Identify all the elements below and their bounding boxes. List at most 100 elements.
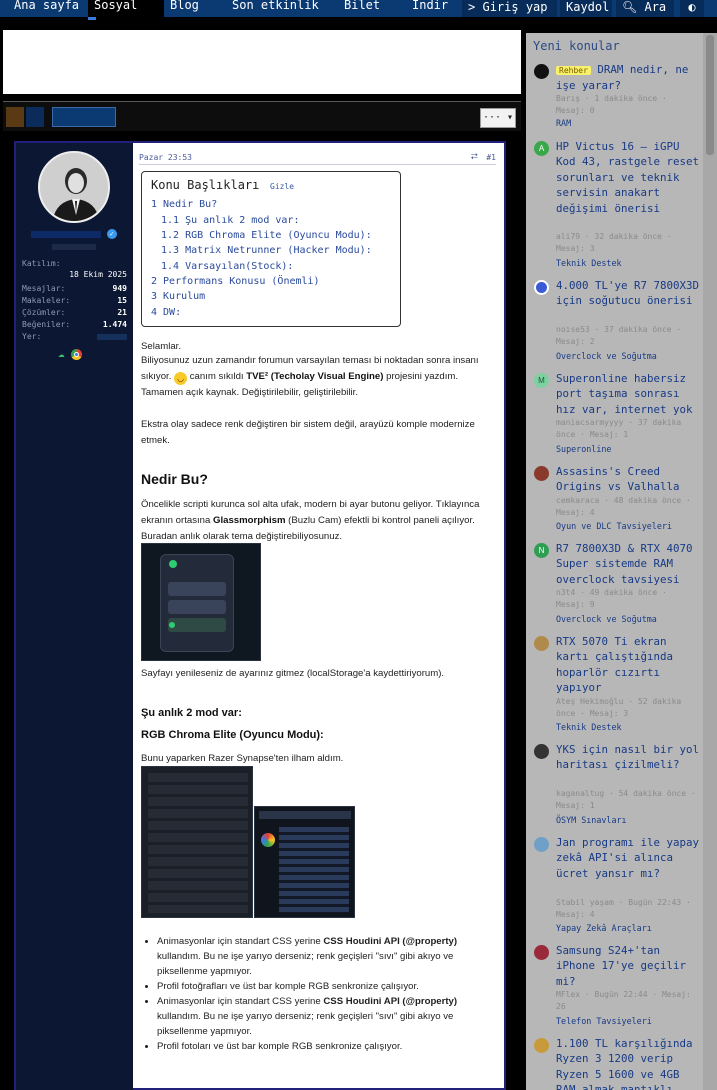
text-bold: TVE² (Techolay Visual Engine) xyxy=(246,371,384,382)
thread-forum[interactable]: Overclock ve Soğutma xyxy=(556,351,699,361)
thread-forum[interactable]: ÖSYM Sınavları xyxy=(556,815,699,825)
thread-title[interactable]: YKS için nasıl bir yol haritası çizilmel… xyxy=(556,742,699,773)
post-number[interactable]: #1 xyxy=(486,153,496,162)
text-span: Profil fotoları ve üst bar komple RGB se… xyxy=(157,1041,403,1052)
stat-solutions: Çözümler: 21 xyxy=(22,308,127,317)
thread-meta: noise53 · 37 dakika önce · Mesaj: 2 xyxy=(556,325,682,346)
avatar[interactable] xyxy=(534,1038,549,1053)
toc-item[interactable]: 4 DW: xyxy=(151,307,181,318)
login-button[interactable]: > Giriş yap xyxy=(462,0,557,17)
avatar[interactable] xyxy=(534,64,549,79)
thread-meta: n3t4 · 49 dakika önce · Mesaj: 9 xyxy=(556,588,667,609)
avatar[interactable] xyxy=(38,151,110,223)
thread-tools-button[interactable]: ··· ▾ xyxy=(480,108,516,128)
nav-blog[interactable]: Blog xyxy=(164,0,205,17)
thread-title[interactable]: Samsung S24+'tan iPhone 17'ye geçilir mi… xyxy=(556,943,699,989)
nav-home[interactable]: Ana sayfa xyxy=(8,0,85,17)
thread-title[interactable]: RTX 5070 Ti ekran kartı çalıştığında hop… xyxy=(556,634,699,696)
stat-label: Yer: xyxy=(22,332,42,341)
thread-meta: kaganaltug · 54 dakika önce · Mesaj: 1 xyxy=(556,789,696,810)
scrollbar-thumb[interactable] xyxy=(706,35,714,155)
feature-list: Animasyonlar için standart CSS yerine CS… xyxy=(157,934,497,1054)
avatar[interactable] xyxy=(534,945,549,960)
heading-nedir: Nedir Bu? xyxy=(141,471,208,487)
thread-forum[interactable]: Oyun ve DLC Tavsiyeleri xyxy=(556,521,699,531)
register-button[interactable]: Kaydol xyxy=(560,0,612,17)
avatar-image xyxy=(40,153,108,221)
thread-forum[interactable]: Overclock ve Soğutma xyxy=(556,614,699,624)
cloud-icon: ☁ xyxy=(58,347,65,360)
screenshot-rgb-profile[interactable] xyxy=(254,806,355,918)
thread-meta: Stabil yaşam · Bugün 22:43 · Mesaj: 4 xyxy=(556,898,691,919)
screenshot-control-panel[interactable] xyxy=(141,543,261,661)
thread-meta: Barış · 1 dakika önce · Mesaj: 0 xyxy=(556,94,667,115)
nav-download[interactable]: İndir xyxy=(406,0,454,17)
search-button[interactable]: 🔍︎ Ara xyxy=(616,0,674,17)
avatar[interactable] xyxy=(534,280,549,295)
avatar[interactable] xyxy=(534,837,549,852)
avatar[interactable]: A xyxy=(534,141,549,156)
author-title xyxy=(24,243,124,252)
list-item: Profil fotoğrafları ve üst bar komple RG… xyxy=(157,979,497,994)
thread-tag-badge xyxy=(26,107,44,127)
post-timestamp[interactable]: Pazar 23:53 xyxy=(139,153,192,162)
toc-item[interactable]: 1.2 RGB Chroma Elite (Oyuncu Modu): xyxy=(161,230,372,241)
top-navigation: Ana sayfa Sosyal Blog Son etkinlik Bilet… xyxy=(0,0,717,17)
stat-value: 1.474 xyxy=(102,320,127,329)
text-bold: CSS Houdini API (@property) xyxy=(323,996,458,1007)
avatar[interactable] xyxy=(534,744,549,759)
thread-title[interactable]: R7 7800X3D & RTX 4070 Super sistemde RAM… xyxy=(556,541,699,587)
toc-hide-link[interactable]: Gizle xyxy=(270,182,294,191)
thread-title[interactable]: Assasins's Creed Origins vs Valhalla xyxy=(556,464,699,495)
text-span: canım sıkıldı xyxy=(187,371,247,382)
theme-toggle-icon[interactable]: ◐ xyxy=(680,0,704,17)
stat-value: 949 xyxy=(112,284,127,293)
thread-title[interactable]: Jan programı ile yapay zekâ API'si alınc… xyxy=(556,835,699,881)
stat-label: Beğeniler: xyxy=(22,320,71,329)
nav-recent-activity[interactable]: Son etkinlik xyxy=(226,0,325,17)
avatar[interactable] xyxy=(534,636,549,651)
toc-item[interactable]: 2 Performans Konusu (Önemli) xyxy=(151,276,320,287)
toc-title: Konu Başlıkları xyxy=(151,178,260,192)
thread-meta: maniacsarmyyyy · 37 dakika önce · Mesaj:… xyxy=(556,418,682,439)
thread-forum[interactable]: Yapay Zekâ Araçları xyxy=(556,923,699,933)
toc-item[interactable]: 1.4 Varsayılan(Stock): xyxy=(161,261,293,272)
search-icon: 🔍︎ xyxy=(622,0,638,14)
list-item: Animasyonlar için standart CSS yerine CS… xyxy=(157,994,497,1039)
grin-emoji-icon: ◡ xyxy=(174,372,188,385)
thread-title[interactable]: 4.000 TL'ye R7 7800X3D için soğutucu öne… xyxy=(556,278,699,309)
post-author-panel: ✓ Katılım: 18 Ekim 2025 Mesajlar: 949 Mak… xyxy=(16,143,133,1090)
text-span: Animasyonlar için standart CSS yerine xyxy=(157,996,324,1007)
stat-value: 15 xyxy=(117,296,127,305)
thread-title-chip[interactable] xyxy=(52,107,116,127)
stat-label: Mesajlar: xyxy=(22,284,66,293)
chevron-right-icon: > xyxy=(468,0,476,14)
thread-forum[interactable]: Telefon Tavsiyeleri xyxy=(556,1016,699,1026)
paragraph-modernize: Ekstra olay sadece renk değiştiren bir s… xyxy=(141,419,475,446)
avatar[interactable]: N xyxy=(534,543,549,558)
thread-title[interactable]: 1.100 TL karşılığında Ryzen 3 1200 verip… xyxy=(556,1036,699,1090)
avatar[interactable]: M xyxy=(534,373,549,388)
stat-value xyxy=(97,334,127,340)
avatar[interactable] xyxy=(534,466,549,481)
sidebar-scrollbar[interactable] xyxy=(703,33,717,1090)
thread-title[interactable]: HP Victus 16 – iGPU Kod 43, rastgele res… xyxy=(556,139,699,216)
nav-ticket[interactable]: Bilet xyxy=(338,0,386,17)
toc-item[interactable]: 1.1 Şu anlık 2 mod var: xyxy=(161,215,299,226)
thread-forum[interactable]: Superonline xyxy=(556,444,699,454)
stat-articles: Makaleler: 15 xyxy=(22,296,127,305)
thread-forum[interactable]: RAM xyxy=(556,118,699,128)
author-username[interactable]: ✓ xyxy=(24,229,124,240)
thread-forum[interactable]: Teknik Destek xyxy=(556,722,699,732)
thread-title[interactable]: Rehber DRAM nedir, ne işe yarar? xyxy=(556,62,699,94)
share-icon[interactable]: ⮂ xyxy=(471,152,478,162)
thread-forum[interactable]: Teknik Destek xyxy=(556,258,699,268)
toc-item[interactable]: 1 Nedir Bu? xyxy=(151,199,217,210)
screenshot-rgb-forum[interactable] xyxy=(141,766,253,918)
thread-prefix-badge xyxy=(6,107,24,127)
nav-social[interactable]: Sosyal xyxy=(88,0,164,17)
toc-item[interactable]: 3 Kurulum xyxy=(151,291,205,302)
thread-title[interactable]: Superonline habersiz port taşıma sonrası… xyxy=(556,371,699,417)
stat-label: Makaleler: xyxy=(22,296,71,305)
toc-item[interactable]: 1.3 Matrix Netrunner (Hacker Modu): xyxy=(161,245,372,256)
